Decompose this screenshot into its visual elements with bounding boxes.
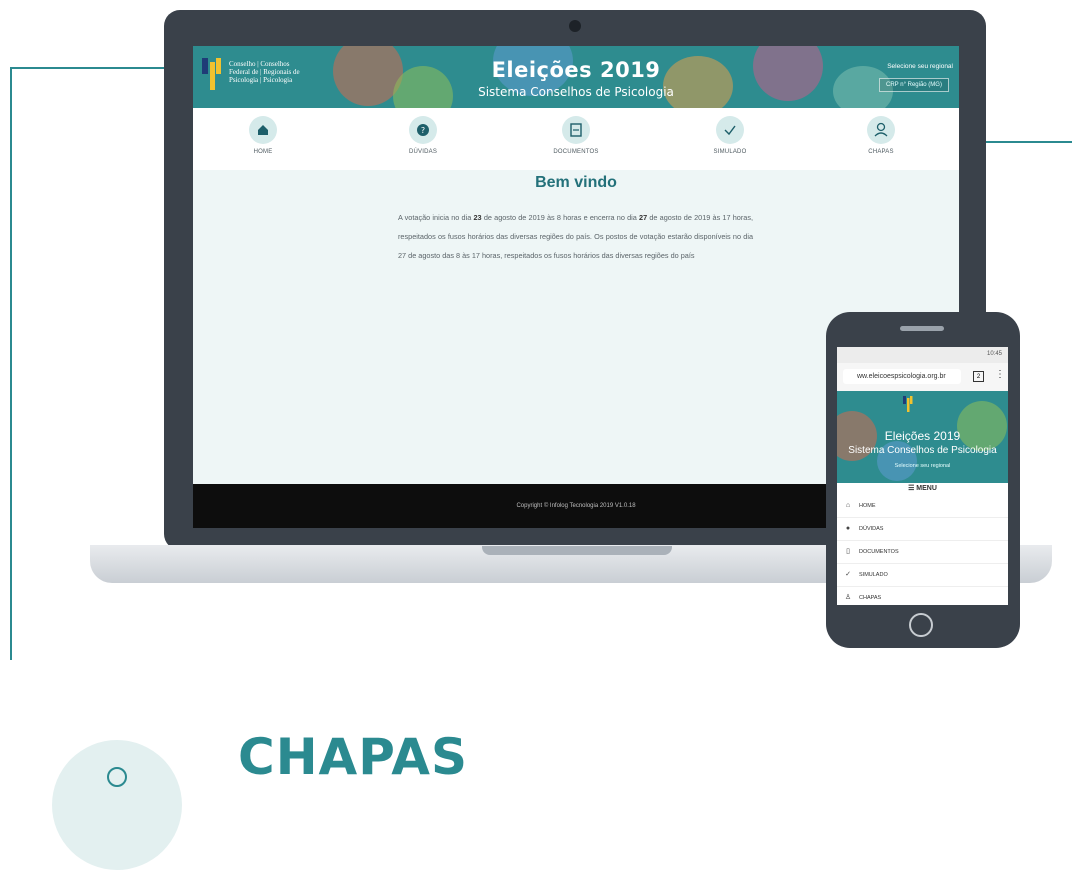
more-menu-icon[interactable]: ⋮	[995, 369, 1005, 380]
regional-label: Selecione seu regional	[887, 63, 953, 70]
nav-label: DÚVIDAS	[408, 149, 438, 155]
document-icon	[562, 116, 590, 144]
phone-menu-item-simulado[interactable]: ✓ SIMULADO	[837, 564, 1008, 587]
phone-menu-item-duvidas[interactable]: ● DÚVIDAS	[837, 518, 1008, 541]
regional-select[interactable]: CRP n° Região (MG)	[879, 78, 949, 92]
main-nav: HOME ? DÚVIDAS DOCUMENTOS SIMULADO CHAPA…	[193, 108, 959, 170]
section-icon-circle	[52, 740, 182, 870]
user-icon	[107, 767, 127, 787]
document-icon: ▯	[846, 548, 850, 555]
welcome-heading: Bem vindo	[535, 174, 617, 191]
user-icon	[867, 116, 895, 144]
cfp-logo-icon	[903, 396, 913, 412]
welcome-paragraph: A votação inicia no dia 23 de agosto de …	[398, 213, 754, 260]
svg-text:?: ?	[421, 126, 425, 135]
phone-regional-label[interactable]: Selecione seu regional	[837, 463, 1008, 469]
phone-speaker	[900, 326, 944, 331]
nav-label: CHAPAS	[868, 149, 894, 155]
phone-menu-item-chapas[interactable]: ♙ CHAPAS	[837, 587, 1008, 605]
phone-site-header: Eleições 2019 Sistema Conselhos de Psico…	[837, 391, 1008, 491]
site-title: Eleições 2019	[491, 58, 661, 82]
phone-menu-item-documentos[interactable]: ▯ DOCUMENTOS	[837, 541, 1008, 564]
nav-item-home[interactable]: HOME	[223, 116, 303, 155]
nav-item-chapas[interactable]: CHAPAS	[841, 116, 921, 155]
question-icon: ●	[845, 525, 851, 532]
user-icon: ♙	[844, 594, 852, 601]
phone-home-button	[909, 613, 933, 637]
phone-site-subtitle: Sistema Conselhos de Psicologia	[848, 445, 997, 456]
nav-label: DOCUMENTOS	[553, 149, 599, 155]
home-icon: ⌂	[845, 502, 851, 509]
phone-status-bar: 10:45	[837, 347, 1008, 363]
status-time: 10:45	[986, 351, 1002, 357]
laptop-notch	[482, 546, 672, 555]
nav-label: SIMULADO	[713, 149, 747, 155]
check-icon	[716, 116, 744, 144]
site-header: Conselho | Conselhos Federal de | Region…	[193, 46, 959, 108]
tab-count-button[interactable]: 2	[973, 371, 984, 382]
nav-item-duvidas[interactable]: ? DÚVIDAS	[383, 116, 463, 155]
home-icon	[249, 116, 277, 144]
laptop-camera	[569, 20, 581, 32]
phone-address-bar: ww.eleicoespsicologia.org.br 2 ⋮	[837, 363, 1008, 391]
question-icon: ?	[409, 116, 437, 144]
hand-print-decoration	[957, 401, 1007, 451]
check-icon: ✓	[845, 571, 851, 578]
nav-label: HOME	[253, 149, 273, 155]
url-input[interactable]: ww.eleicoespsicologia.org.br	[843, 369, 961, 384]
site-subtitle: Sistema Conselhos de Psicologia	[478, 85, 674, 99]
nav-item-documentos[interactable]: DOCUMENTOS	[536, 116, 616, 155]
nav-item-simulado[interactable]: SIMULADO	[690, 116, 770, 155]
connector-line-left	[10, 68, 12, 660]
phone-menu-item-home[interactable]: ⌂ HOME	[837, 495, 1008, 518]
phone-menu-toggle[interactable]: ☰ MENU	[837, 483, 1008, 495]
phone-site-title: Eleições 2019	[884, 429, 961, 443]
phone-screen: 10:45 ww.eleicoespsicologia.org.br 2 ⋮ E…	[837, 347, 1008, 605]
section-title: CHAPAS	[238, 728, 468, 786]
